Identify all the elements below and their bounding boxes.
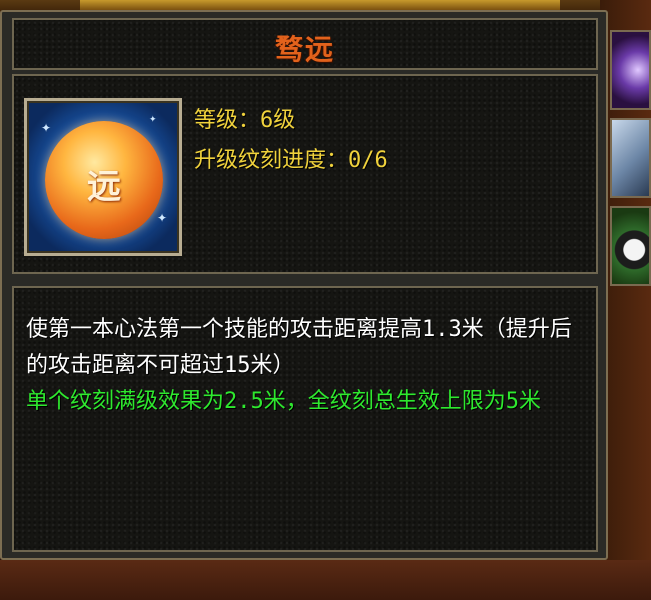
sparkle-icon: ✦	[157, 211, 168, 225]
sparkle-icon: ✦	[41, 121, 52, 135]
engraving-progress-text: 升级纹刻进度：0/6	[194, 148, 388, 173]
coin-glyph-icon: 远	[45, 121, 163, 239]
side-skill-slot-1[interactable]	[610, 30, 651, 110]
panel-title: 骛远	[274, 33, 335, 66]
coin-glyph-text: 远	[87, 167, 121, 207]
description-bonus-text: 单个纹刻满级效果为2.5米，全纹刻总生效上限为5米	[26, 389, 541, 414]
background-bottom-edge	[0, 560, 651, 600]
skill-level-text: 等级：6级	[194, 108, 296, 133]
description-text-block: 使第一本心法第一个技能的攻击距离提高1.3米（提升后的攻击距离不可超过15米） …	[26, 312, 586, 420]
description-main-text: 使第一本心法第一个技能的攻击距离提高1.3米（提升后的攻击距离不可超过15米）	[26, 317, 572, 378]
sparkle-icon: ✦	[149, 115, 157, 125]
side-skill-slot-2[interactable]	[610, 118, 651, 198]
side-skill-slot-3[interactable]	[610, 206, 651, 286]
skill-tooltip-panel: 骛远 ✦ ✦ ✦ 远 等级：6级 升级纹刻进度：0/6 使第一本心法第一个技能的…	[0, 10, 608, 560]
skill-info-box: ✦ ✦ ✦ 远 等级：6级 升级纹刻进度：0/6	[12, 74, 598, 274]
skill-icon-frame: ✦ ✦ ✦ 远	[24, 98, 182, 256]
title-bar: 骛远	[12, 18, 598, 70]
skill-description-box: 使第一本心法第一个技能的攻击距离提高1.3米（提升后的攻击距离不可超过15米） …	[12, 286, 598, 552]
